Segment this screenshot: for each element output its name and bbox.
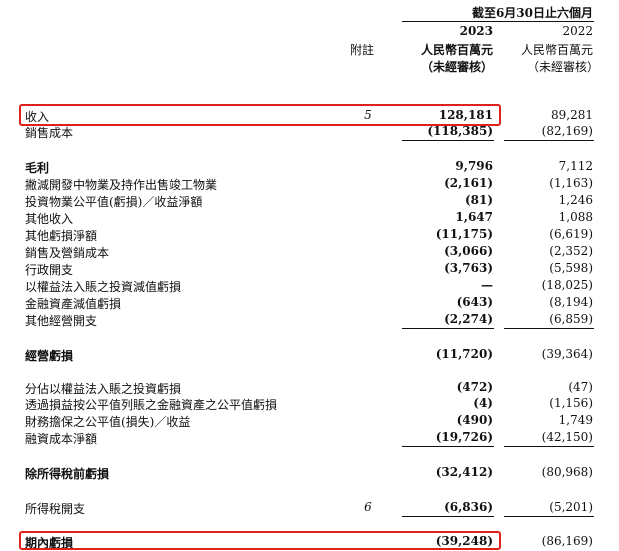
row-label: 毛利: [25, 161, 50, 175]
row-value-2023: (3,763): [444, 261, 493, 275]
row-label: 銷售及營銷成本: [25, 246, 110, 260]
row-label: 經營虧損: [25, 349, 74, 363]
subtotal-line-2022: [504, 140, 594, 141]
row-value-2022: (18,025): [541, 278, 593, 292]
row-value-2022: (5,598): [549, 261, 593, 275]
row-label: 所得稅開支: [25, 502, 86, 516]
subtotal-line-2022: [504, 446, 594, 447]
row-value-2023: (11,175): [435, 227, 493, 241]
row-label: 銷售成本: [25, 126, 74, 140]
subtotal-line-2023: [402, 446, 494, 447]
row-value-2023: (472): [456, 380, 493, 394]
row-value-2023: —: [481, 278, 493, 292]
row-value-2022: (6,619): [549, 227, 593, 241]
row-value-2023: (118,385): [427, 124, 493, 138]
row-value-2022: (1,163): [549, 176, 593, 190]
row-label: 除所得稅前虧損: [25, 467, 110, 481]
audit-2023: （未經審核）: [420, 60, 493, 74]
period-underline: [402, 21, 594, 22]
audit-2022: （未經審核）: [526, 60, 599, 74]
row-value-2022: (82,169): [541, 124, 593, 138]
row-value-2023: (4): [473, 396, 493, 410]
row-value-2023: (19,726): [435, 430, 493, 444]
row-value-2022: 1,088: [558, 210, 593, 224]
row-value-2023: (2,161): [444, 176, 493, 190]
row-value-2023: (490): [456, 413, 493, 427]
highlight-loss-row: [19, 531, 501, 550]
row-value-2023: (3,066): [444, 244, 493, 258]
note-column-header: 附註: [350, 43, 375, 57]
row-label: 金融資產減值虧損: [25, 297, 122, 311]
row-value-2022: (6,859): [549, 312, 593, 326]
row-label: 透過損益按公平值列賬之金融資產之公平值虧損: [25, 398, 278, 412]
row-value-2022: 7,112: [558, 159, 593, 173]
row-value-2022: (8,194): [549, 295, 593, 309]
highlight-revenue-row: [19, 104, 501, 126]
period-header: 截至6月30日止六個月: [471, 6, 593, 20]
row-value-2023: 1,647: [455, 210, 493, 224]
row-label: 以權益法入賬之投資減值虧損: [25, 280, 182, 294]
row-value-2022: (1,156): [549, 396, 593, 410]
row-label: 投資物業公平值(虧損)／收益淨額: [25, 195, 203, 209]
row-value-2022: (42,150): [541, 430, 593, 444]
row-value-2022: (47): [568, 380, 593, 394]
row-label: 融資成本淨額: [25, 432, 98, 446]
row-value-2022: (2,352): [549, 244, 593, 258]
row-value-2022: 89,281: [551, 108, 593, 122]
row-value-2022: (80,968): [541, 465, 593, 479]
unit-2022: 人民幣百萬元: [520, 43, 593, 57]
year-2023: 2023: [459, 24, 493, 38]
row-label: 分佔以權益法入賬之投資虧損: [25, 382, 182, 396]
year-2022: 2022: [562, 24, 593, 38]
row-value-2023: (6,836): [444, 500, 493, 514]
subtotal-line-2022: [504, 516, 594, 517]
row-value-2023: (643): [456, 295, 493, 309]
row-value-2022: 1,246: [558, 193, 593, 207]
row-label: 其他虧損淨額: [25, 229, 98, 243]
subtotal-line-2023: [402, 140, 494, 141]
row-label: 其他收入: [25, 212, 74, 226]
subtotal-line-2023: [402, 516, 494, 517]
row-label: 其他經營開支: [25, 314, 98, 328]
row-label: 財務擔保之公平值(損失)／收益: [25, 415, 191, 429]
row-value-2023: (32,412): [435, 465, 493, 479]
row-value-2023: (2,274): [444, 312, 493, 326]
unit-2023: 人民幣百萬元: [420, 43, 493, 57]
row-value-2022: (86,169): [541, 534, 593, 548]
row-value-2022: (39,364): [541, 347, 593, 361]
subtotal-line-2023: [402, 328, 494, 329]
row-value-2022: (5,201): [549, 500, 593, 514]
row-label: 行政開支: [25, 263, 74, 277]
row-value-2023: (11,720): [435, 347, 493, 361]
row-label: 撇減開發中物業及持作出售竣工物業: [25, 178, 218, 192]
subtotal-line-2022: [504, 328, 594, 329]
row-value-2023: (81): [464, 193, 493, 207]
row-value-2022: 1,749: [558, 413, 593, 427]
row-value-2023: 9,796: [455, 159, 493, 173]
row-note: 6: [364, 500, 372, 514]
